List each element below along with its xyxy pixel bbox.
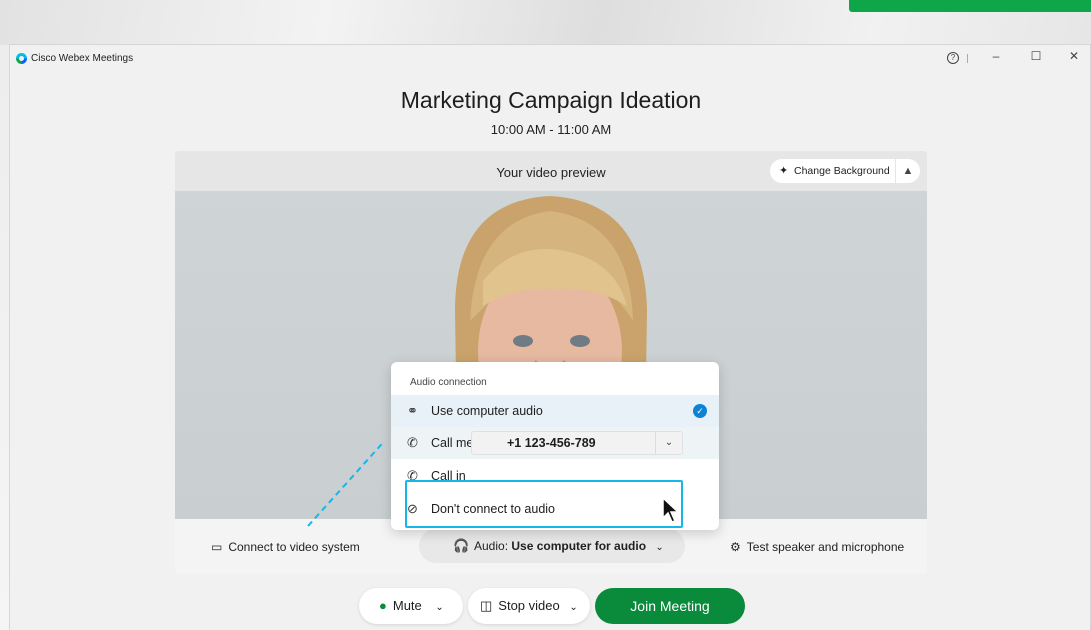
menu-header: Audio connection [410,377,487,388]
chevron-down-icon: ⌄ [435,602,444,613]
magic-wand-icon: ✦ [779,165,789,177]
headset-icon: 🎧 [453,538,470,553]
chevron-down-icon: ⌄ [655,542,664,553]
audio-prefix: Audio: [474,539,512,553]
chevron-down-icon: ⌄ [569,602,578,613]
meeting-title: Marketing Campaign Ideation [400,87,702,113]
menu-item-computer-audio[interactable]: ⚭ Use computer audio ✓ [391,395,719,427]
stop-video-label: Stop video [498,598,560,613]
join-meeting-button[interactable]: Join Meeting [595,588,745,624]
cast-icon: ▭ [211,540,223,554]
phone-number-value: +1 123-456-789 [507,436,596,450]
audio-select-highlight [405,480,683,528]
phone-callback-icon: ✆ [407,435,418,450]
phone-number-field[interactable]: +1 123-456-789 ⌄ [471,431,683,455]
camera-icon: ◫ [480,598,493,613]
background-options-icon[interactable]: ▲ [896,159,920,183]
webex-window: Cisco Webex Meetings ? – ☐ ✕ Marketing C… [9,44,1091,630]
test-speaker-mic-button[interactable]: ⚙ Test speaker and microphone [730,540,904,554]
meeting-time: 10:00 AM - 11:00 AM [490,122,612,137]
chevron-down-icon[interactable]: ⌄ [655,432,682,454]
mute-label: Mute [392,598,422,613]
test-speaker-label: Test speaker and microphone [746,540,905,554]
audio-select-dropdown[interactable]: 🎧 Audio: Use computer for audio ⌄ [419,529,685,563]
headset-icon: ⚭ [407,403,418,418]
change-background-button[interactable]: ✦ Change Background [770,159,895,183]
maximize-icon[interactable]: ☐ [1026,49,1046,63]
mute-button[interactable]: ● Mute ⌄ [359,588,463,624]
audio-value: Use computer for audio [511,539,647,553]
change-background-label: Change Background [794,165,890,177]
title-bar: Cisco Webex Meetings ? – ☐ ✕ [10,45,1090,73]
microphone-icon: ● [379,598,387,613]
connect-video-system-button[interactable]: ▭ Connect to video system [211,540,360,554]
titlebar-separator [967,54,968,63]
mouse-cursor-icon [662,496,680,523]
close-icon[interactable]: ✕ [1064,49,1084,63]
help-icon[interactable]: ? [947,52,959,64]
connect-video-label: Connect to video system [228,540,360,554]
check-icon: ✓ [693,404,707,418]
menu-item-label: Use computer audio [431,404,543,418]
webex-logo-icon [16,53,27,64]
menu-item-call-me[interactable]: ✆ Call me at +1 123-456-789 ⌄ [391,427,719,459]
top-green-bar [849,0,1091,12]
stop-video-button[interactable]: ◫ Stop video ⌄ [468,588,590,624]
app-title: Cisco Webex Meetings [31,53,134,64]
minimize-icon[interactable]: – [986,49,1006,63]
gear-icon: ⚙ [730,540,741,554]
